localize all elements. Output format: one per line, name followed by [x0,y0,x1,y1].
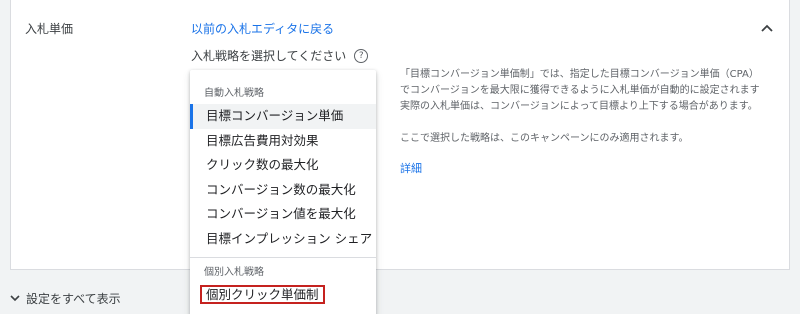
auto-strategy-group-title: 自動入札戦略 [204,88,264,99]
menu-item-maximize-clicks[interactable]: クリック数の最大化 [190,153,376,178]
show-all-settings[interactable]: 設定をすべて表示 [10,290,121,307]
show-all-label: 設定をすべて表示 [26,292,121,306]
strategy-description: 「目標コンバージョン単価制」では、指定した目標コンバージョン単価（CPA） でコ… [400,67,780,178]
strategy-prompt-label: 入札戦略を選択してください [191,49,347,63]
chevron-up-icon[interactable] [759,20,775,36]
back-to-old-editor-link[interactable]: 以前の入札エディタに戻る [191,20,334,37]
menu-item-maximize-conversion-value[interactable]: コンバージョン値を最大化 [190,202,376,227]
strategy-prompt: 入札戦略を選択してください ? [191,47,369,64]
menu-item-target-roas[interactable]: 目標広告費用対効果 [190,129,376,154]
description-line: 「目標コンバージョン単価制」では、指定した目標コンバージョン単価（CPA） [400,69,759,80]
help-icon[interactable]: ? [354,48,369,63]
menu-item-maximize-conversions[interactable]: コンバージョン数の最大化 [190,178,376,203]
menu-item-target-impression-share[interactable]: 目標インプレッション シェア [190,227,376,252]
description-line: ここで選択した戦略は、このキャンペーンにのみ適用されます。 [400,133,689,144]
page-canvas: 入札単価 以前の入札エディタに戻る 入札戦略を選択してください ? 「目標コンバ… [0,0,800,314]
menu-divider [190,257,376,258]
description-line: でコンバージョンを最大限に獲得できるように入札単価が自動的に設定されます [400,85,760,96]
menu-item-manual-cpc[interactable]: 個別クリック単価制 [190,283,376,308]
manual-cpc-label: 個別クリック単価制 [200,285,325,304]
section-label: 入札単価 [25,22,74,36]
bid-strategy-dropdown: 自動入札戦略 目標コンバージョン単価 目標広告費用対効果 クリック数の最大化 コ… [190,70,376,314]
manual-strategy-group-title: 個別入札戦略 [204,267,264,278]
chevron-down-icon [10,295,20,302]
bid-settings-card: 入札単価 以前の入札エディタに戻る 入札戦略を選択してください ? 「目標コンバ… [10,0,790,270]
details-link[interactable]: 詳細 [400,161,422,177]
description-line: 実際の入札単価は、コンバージョンによって目標より上下する場合があります。 [400,101,758,112]
menu-item-target-cpa[interactable]: 目標コンバージョン単価 [190,104,376,129]
